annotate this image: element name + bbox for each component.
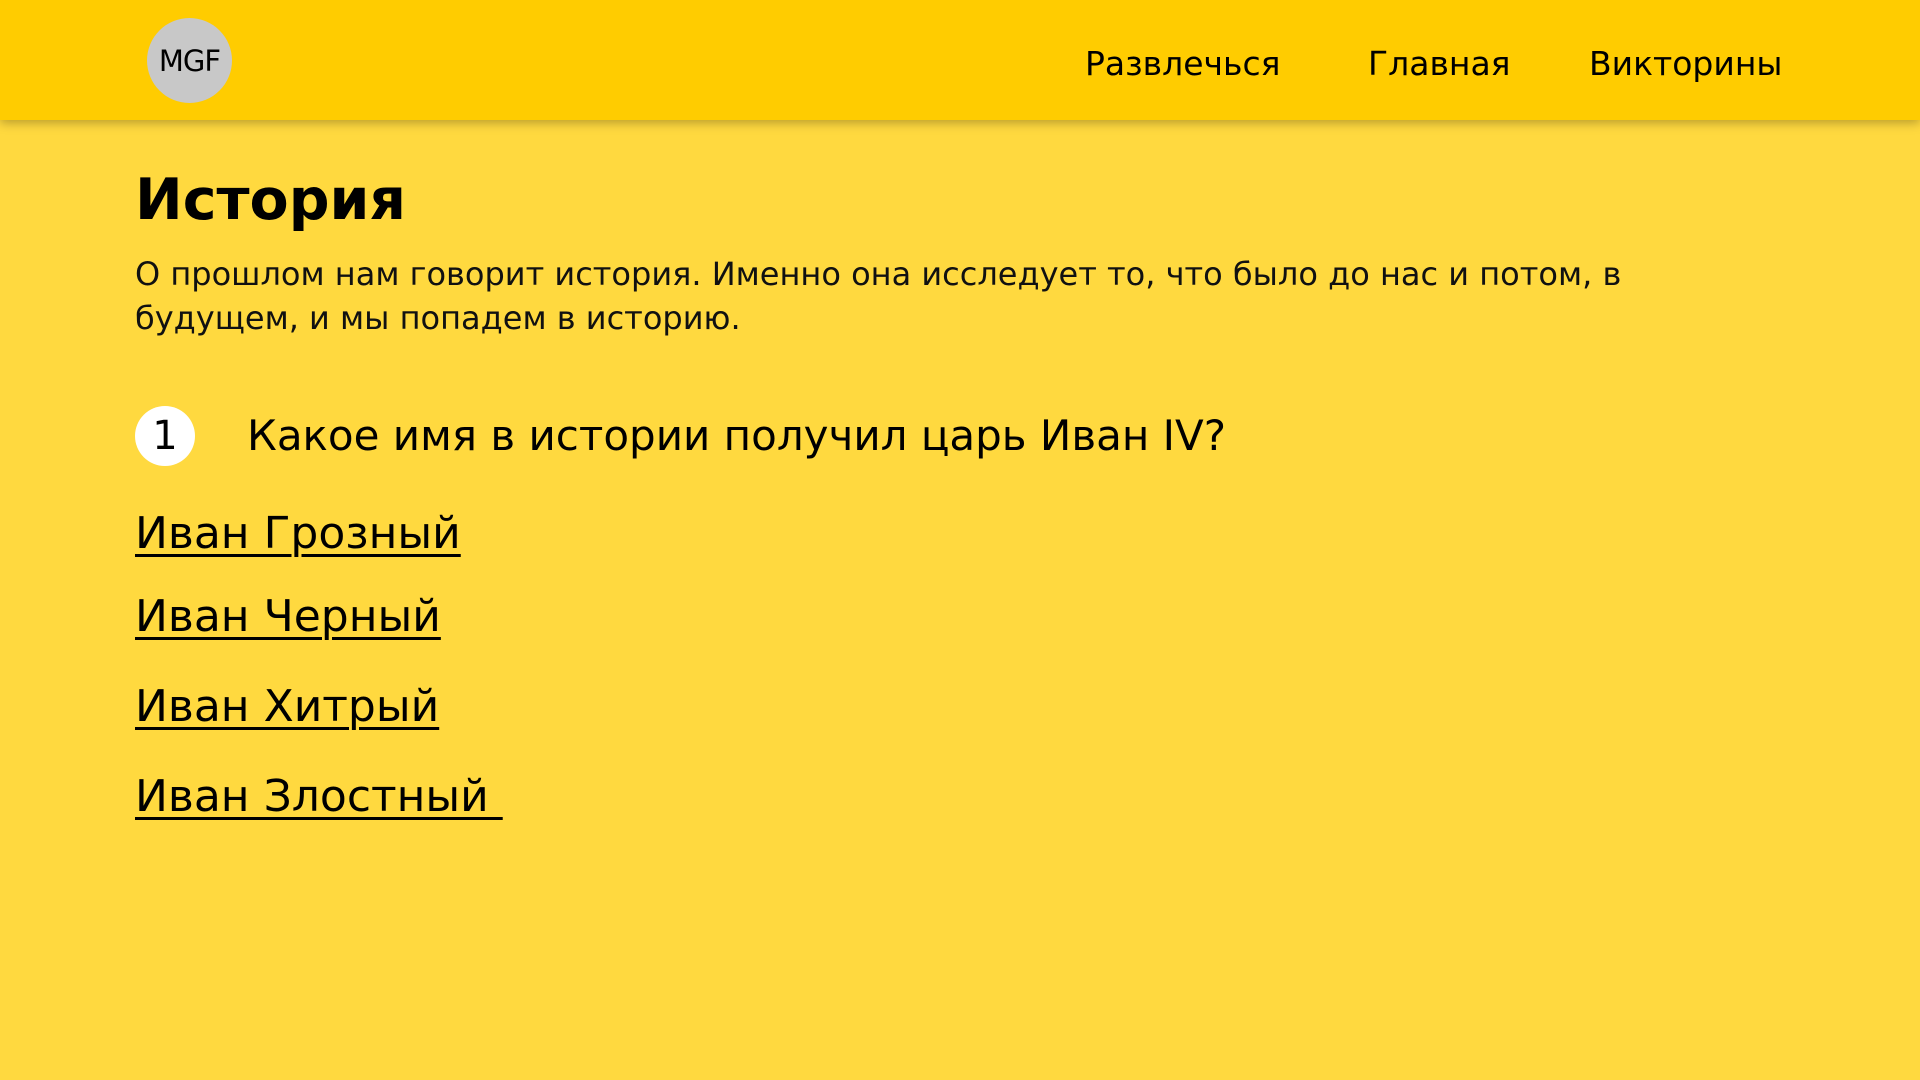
question-number: 1 [152, 413, 178, 459]
answer-option-2[interactable]: Иван Черный [135, 590, 441, 644]
answer-option-3[interactable]: Иван Хитрый [135, 680, 439, 734]
answer-option-1[interactable]: Иван Грозный [135, 507, 461, 561]
page-description: О прошлом нам говорит история. Именно он… [135, 255, 1622, 337]
nav-link-entertainment[interactable]: Развлечься [1085, 42, 1280, 86]
nav-link-quizzes[interactable]: Викторины [1589, 42, 1782, 86]
site-header: MGF Развлечься Главная Викторины [0, 0, 1920, 120]
question-number-badge: 1 [135, 406, 195, 466]
main-nav: Развлечься Главная Викторины [0, 0, 1920, 120]
page-title: История [135, 167, 407, 233]
question-text: Какое имя в истории получил царь Иван IV… [247, 411, 1227, 460]
answer-option-4[interactable]: Иван Злостный [135, 770, 503, 824]
question: 1 Какое имя в истории получил царь Иван … [135, 406, 1735, 466]
nav-link-home[interactable]: Главная [1368, 42, 1511, 86]
